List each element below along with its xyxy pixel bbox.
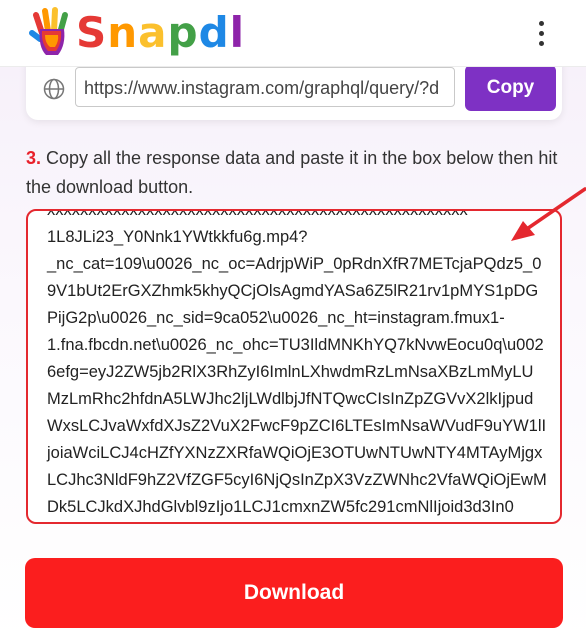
step-number: 3. [26,148,42,168]
logo[interactable]: Snapdl [28,4,245,62]
logo-letter: p [167,8,199,57]
step-instruction: 3. Copy all the response data and paste … [26,144,571,202]
logo-letter: d [198,8,230,57]
app-header: Snapdl [0,0,586,67]
graphql-url-field[interactable]: https://www.instagram.com/graphql/query/… [75,67,455,107]
rainbow-hand-icon [29,7,68,55]
instruction-text: Copy all the response data and paste it … [26,148,558,197]
logo-letter: l [229,8,246,57]
copy-button[interactable]: Copy [465,65,556,111]
logo-letter: a [138,8,168,57]
download-button[interactable]: Download [25,558,563,628]
response-data-text: xxxxxxxxxxxxxxxxxxxxxxxxxxxxxxxxxxxxxxxx… [47,209,547,516]
response-data-textarea[interactable]: xxxxxxxxxxxxxxxxxxxxxxxxxxxxxxxxxxxxxxxx… [26,209,562,524]
globe-icon [43,78,65,100]
logo-letter: S [76,8,108,57]
more-vertical-icon[interactable] [530,18,552,48]
red-arrow-icon [511,187,586,241]
logo-text: Snapdl [76,12,245,54]
logo-letter: n [107,8,139,57]
